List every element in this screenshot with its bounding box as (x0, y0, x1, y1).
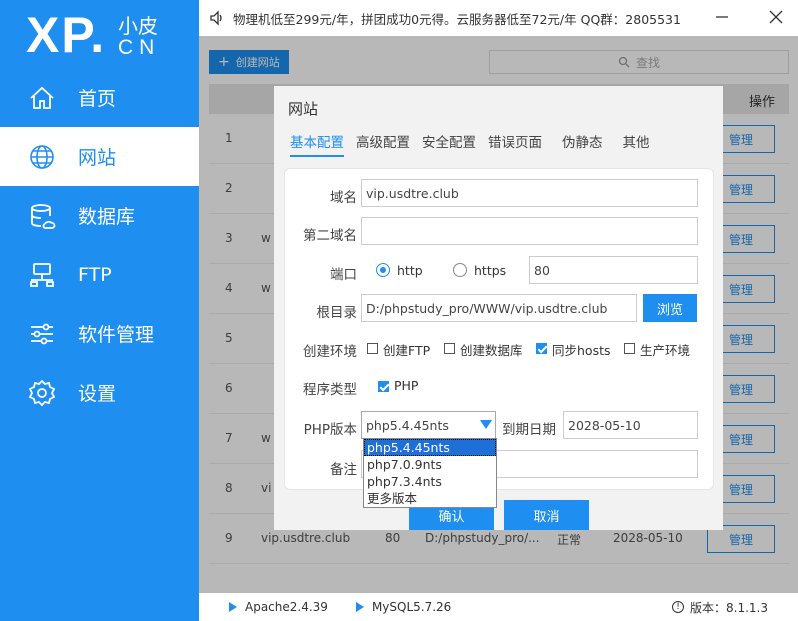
domain-input[interactable]: vip.usdtre.club (361, 179, 698, 207)
https-label: https (474, 263, 507, 278)
sidebar-item-label: 软件管理 (78, 324, 155, 346)
create-db-checkbox[interactable] (444, 343, 455, 354)
port-input[interactable]: 80 (529, 256, 698, 284)
sidebar-item-software[interactable]: 软件管理 (0, 304, 199, 363)
gear-icon (28, 379, 56, 406)
php-version-select[interactable]: php5.4.45nts (361, 411, 496, 439)
create-db-label: 创建数据库 (460, 343, 523, 358)
status-bar: Apache2.4.39 MySQL5.7.26 ! 版本：8.1.1.3 (199, 593, 798, 621)
php-checkbox[interactable] (378, 381, 389, 392)
sidebar-nav: 首页 网站 数据库 FTP 软件管理 设置 (0, 68, 199, 422)
tab-security[interactable]: 安全配置 (422, 131, 476, 157)
second-domain-input[interactable] (361, 217, 698, 245)
sidebar-item-label: FTP (78, 263, 112, 286)
logo-mark: XP. (26, 7, 107, 63)
sync-hosts-checkbox[interactable] (536, 343, 547, 354)
logo-small-text: 小皮 (118, 14, 158, 38)
create-ftp-label: 创建FTP (383, 343, 431, 358)
create-ftp-checkbox[interactable] (367, 343, 378, 354)
tab-other[interactable]: 其他 (623, 131, 650, 157)
cancel-button[interactable]: 取消 (504, 500, 589, 530)
sidebar-item-label: 设置 (78, 383, 117, 405)
php-label: PHP (394, 378, 419, 393)
tab-basic[interactable]: 基本配置 (290, 131, 344, 157)
basic-config-form: 域名 vip.usdtre.club 第二域名 端口 http https 80… (284, 168, 714, 490)
port-label: 端口 (330, 267, 357, 283)
database-icon (31, 203, 56, 229)
root-input[interactable]: D:/phpstudy_pro/WWW/vip.usdtre.club (361, 294, 637, 322)
apache-label: Apache2.4.39 (245, 600, 328, 614)
dropdown-arrow-icon (480, 420, 492, 429)
sync-hosts-label: 同步hosts (552, 343, 611, 358)
http-label: http (397, 263, 423, 278)
tab-error-pages[interactable]: 错误页面 (488, 131, 542, 157)
php-option[interactable]: php7.0.9nts (364, 456, 496, 473)
logo-cn-text: CN (118, 36, 161, 59)
play-icon (355, 602, 364, 612)
minimize-icon[interactable] (711, 6, 733, 28)
sidebar-item-settings[interactable]: 设置 (0, 363, 199, 422)
browse-button[interactable]: 浏览 (643, 294, 697, 322)
sidebar-item-database[interactable]: 数据库 (0, 186, 199, 245)
expire-date-value: 2028-05-10 (568, 417, 641, 433)
expire-date-input[interactable]: 2028-05-10 (563, 411, 698, 439)
globe-icon (30, 144, 54, 169)
root-label: 根目录 (316, 305, 358, 321)
note-label: 备注 (330, 462, 357, 478)
sidebar: XP. 小皮 CN 首页 网站 数据库 FTP 软件管理 设置 (0, 0, 199, 621)
php-version-label: PHP版本 (303, 422, 357, 438)
expire-label: 到期日期 (502, 422, 556, 438)
sidebar-item-website[interactable]: 网站 (0, 127, 199, 186)
tab-advanced[interactable]: 高级配置 (356, 131, 410, 157)
dialog-title: 网站 (288, 100, 319, 118)
production-label: 生产环境 (640, 343, 691, 358)
https-radio[interactable] (453, 263, 467, 277)
mysql-label: MySQL5.7.26 (371, 600, 452, 614)
sidebar-item-ftp[interactable]: FTP (0, 245, 199, 304)
second-domain-label: 第二域名 (303, 228, 357, 244)
port-value: 80 (534, 262, 550, 278)
dialog-tabs: 基本配置 高级配置 安全配置 错误页面 伪静态 其他 (290, 131, 662, 157)
info-icon: ! (672, 601, 685, 613)
http-radio[interactable] (376, 263, 390, 277)
close-icon[interactable] (765, 6, 787, 28)
speaker-icon (210, 10, 222, 26)
version-label: 版本：8.1.1.3 (690, 600, 768, 615)
production-checkbox[interactable] (624, 343, 635, 354)
php-option[interactable]: php5.4.45nts (364, 439, 496, 456)
php-option[interactable]: php7.3.4nts (364, 473, 496, 490)
notice-text: 物理机低至299元/年，拼团成功0元得。云服务器低至72元/年 QQ群：2805… (233, 11, 681, 27)
sidebar-item-home[interactable]: 首页 (0, 68, 199, 127)
ftp-icon (30, 262, 54, 287)
top-bar: 物理机低至299元/年，拼团成功0元得。云服务器低至72元/年 QQ群：2805… (199, 0, 798, 36)
program-type-label: 程序类型 (303, 382, 357, 398)
play-icon (229, 602, 237, 612)
sidebar-item-label: 数据库 (78, 206, 136, 228)
sidebar-item-label: 首页 (78, 88, 117, 110)
domain-label: 域名 (330, 190, 357, 206)
website-dialog: 网站 基本配置 高级配置 安全配置 错误页面 伪静态 其他 域名 vip.usd… (274, 86, 723, 530)
domain-value: vip.usdtre.club (366, 185, 459, 201)
home-icon (30, 86, 54, 109)
php-version-value: php5.4.45nts (366, 417, 449, 433)
version-info: ! 版本：8.1.1.3 (672, 599, 768, 616)
root-value: D:/phpstudy_pro/WWW/vip.usdtre.club (366, 300, 608, 316)
apache-status[interactable]: Apache2.4.39 (229, 600, 328, 614)
php-version-dropdown: php5.4.45nts php7.0.9nts php7.3.4nts 更多版… (363, 438, 497, 508)
php-option-more[interactable]: 更多版本 (364, 490, 496, 507)
sliders-icon (31, 323, 53, 344)
tab-rewrite[interactable]: 伪静态 (562, 131, 603, 157)
sidebar-item-label: 网站 (78, 147, 117, 169)
env-label: 创建环境 (303, 344, 357, 360)
mysql-status[interactable]: MySQL5.7.26 (355, 600, 452, 614)
